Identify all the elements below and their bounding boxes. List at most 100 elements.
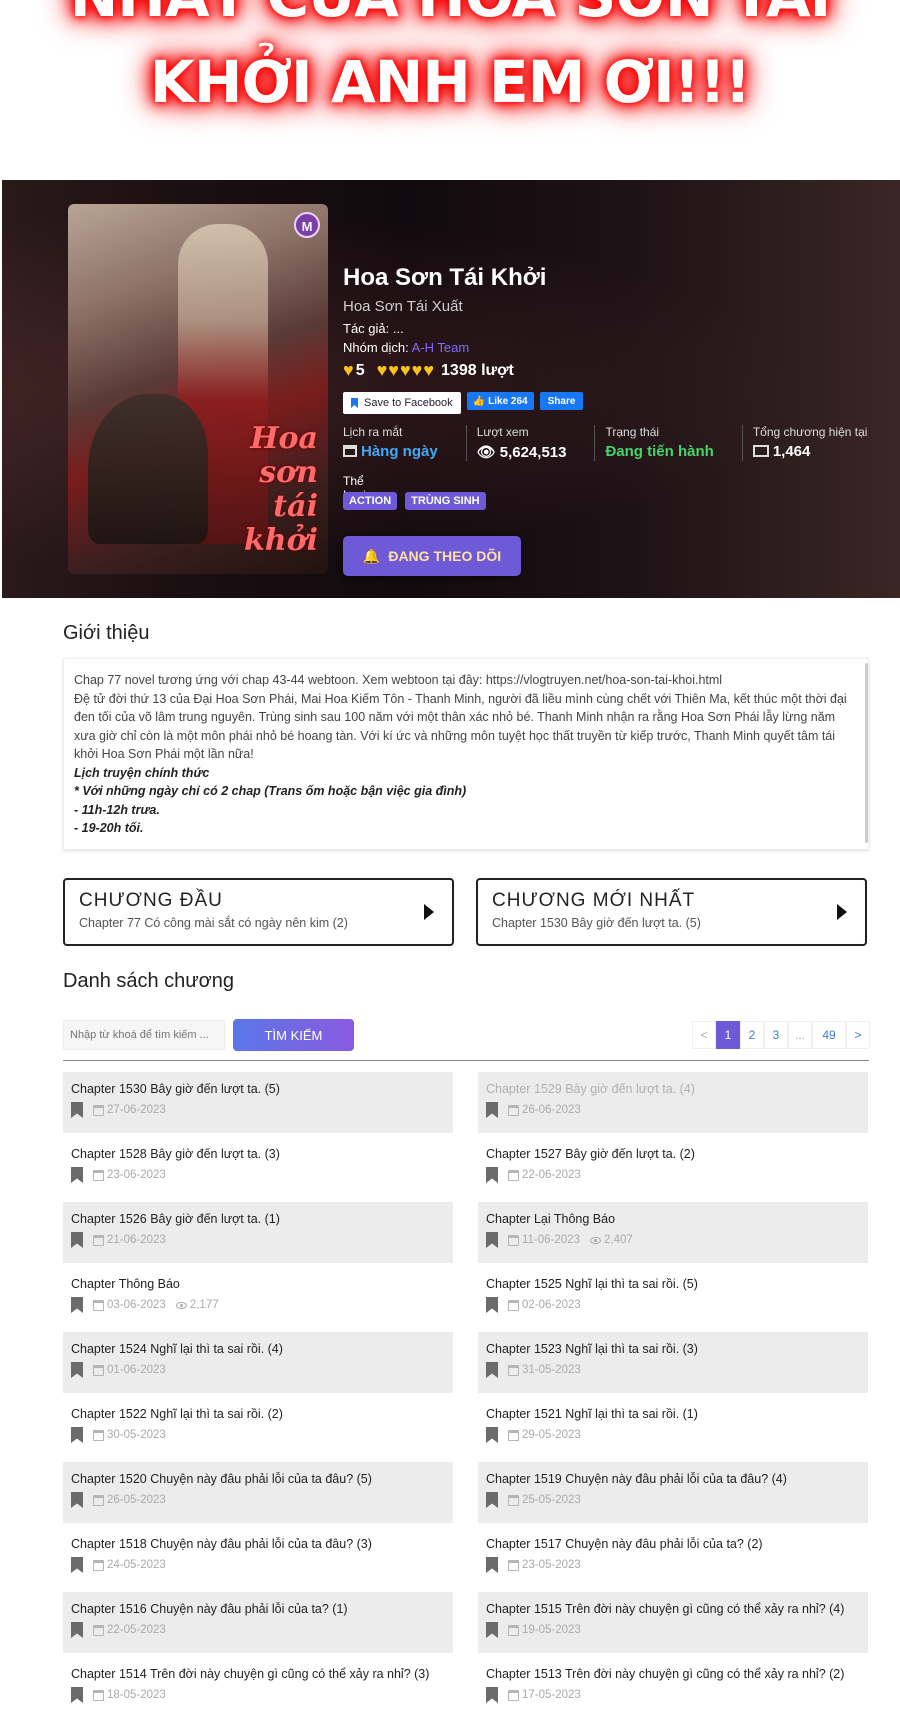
bookmark-icon[interactable] bbox=[486, 1427, 498, 1443]
next-page-button[interactable]: > bbox=[846, 1021, 870, 1049]
latest-chapter-title: CHƯƠNG MỚI NHẤT bbox=[492, 890, 696, 911]
chapter-row[interactable]: Chapter 1521 Nghĩ lại thì ta sai rồi. (1… bbox=[478, 1397, 868, 1458]
chapter-name[interactable]: Chapter 1523 Nghĩ lại thì ta sai rồi. (3… bbox=[486, 1342, 860, 1356]
chapter-date: 11-06-2023 bbox=[522, 1234, 580, 1246]
bookmark-icon[interactable] bbox=[486, 1232, 498, 1248]
chapter-meta: 26-06-2023 bbox=[486, 1102, 860, 1118]
publisher-logo-icon: M bbox=[294, 212, 320, 238]
facebook-like-button[interactable]: 👍 Like 264 bbox=[466, 392, 534, 410]
intro-scrollbar[interactable] bbox=[865, 663, 868, 843]
chapter-name[interactable]: Chapter 1518 Chuyện này đâu phải lỗi của… bbox=[71, 1537, 445, 1551]
chapter-name[interactable]: Chapter 1525 Nghĩ lại thì ta sai rồi. (5… bbox=[486, 1277, 860, 1291]
first-chapter-button[interactable]: CHƯƠNG ĐẦU Chapter 77 Có công mài sắt có… bbox=[63, 878, 454, 946]
chapter-row[interactable]: Chapter 1527 Bây giờ đến lượt ta. (2) 22-… bbox=[478, 1137, 868, 1198]
chapter-name[interactable]: Chapter 1514 Trên đời này chuyện gì cũng… bbox=[71, 1667, 445, 1681]
chapter-meta: 30-05-2023 bbox=[71, 1427, 445, 1443]
chapter-row[interactable]: Chapter 1525 Nghĩ lại thì ta sai rồi. (5… bbox=[478, 1267, 868, 1328]
calendar-icon bbox=[93, 1234, 104, 1246]
bookmark-icon[interactable] bbox=[486, 1297, 498, 1313]
schedule-title: Lịch truyện chính thức bbox=[74, 765, 210, 780]
chapter-row[interactable]: Chapter 1514 Trên đời này chuyện gì cũng… bbox=[63, 1657, 453, 1718]
chapter-name[interactable]: Chapter 1516 Chuyện này đâu phải lỗi của… bbox=[71, 1602, 445, 1616]
bookmark-icon[interactable] bbox=[71, 1622, 83, 1638]
chapter-row[interactable]: Chapter 1513 Trên đời này chuyện gì cũng… bbox=[478, 1657, 868, 1718]
chapter-date: 19-05-2023 bbox=[522, 1624, 581, 1636]
bookmark-icon[interactable] bbox=[486, 1687, 498, 1703]
chapter-row[interactable]: Chapter 1515 Trên đời này chuyện gì cũng… bbox=[478, 1592, 868, 1653]
chapter-row[interactable]: Chapter 1528 Bây giờ đến lượt ta. (3) 23-… bbox=[63, 1137, 453, 1198]
save-to-facebook-button[interactable]: Save to Facebook bbox=[343, 392, 461, 414]
chapter-date: 29-05-2023 bbox=[522, 1429, 581, 1441]
bookmark-icon[interactable] bbox=[486, 1492, 498, 1508]
chapter-name[interactable]: Chapter 1521 Nghĩ lại thì ta sai rồi. (1… bbox=[486, 1407, 860, 1421]
chapter-meta: 24-05-2023 bbox=[71, 1557, 445, 1573]
chapter-search-input[interactable] bbox=[63, 1020, 225, 1050]
rating-hearts-icon[interactable]: ♥♥♥♥♥ bbox=[377, 360, 435, 381]
chapter-row[interactable]: Chapter Thông Báo 03-06-2023 2,177 bbox=[63, 1267, 453, 1328]
chapter-row[interactable]: Chapter 1530 Bây giờ đến lượt ta. (5) 27-… bbox=[63, 1072, 453, 1133]
calendar-icon bbox=[93, 1104, 104, 1116]
chapter-date: 22-06-2023 bbox=[522, 1169, 581, 1181]
chapter-name[interactable]: Chapter 1519 Chuyện này đâu phải lỗi của… bbox=[486, 1472, 860, 1486]
bookmark-icon[interactable] bbox=[486, 1362, 498, 1378]
bookmark-icon[interactable] bbox=[486, 1102, 498, 1118]
bookmark-icon[interactable] bbox=[71, 1297, 83, 1313]
chapter-name[interactable]: Chapter 1528 Bây giờ đến lượt ta. (3) bbox=[71, 1147, 445, 1161]
bookmark-icon[interactable] bbox=[71, 1362, 83, 1378]
page-button[interactable]: 49 bbox=[812, 1021, 846, 1049]
chapter-meta: 25-05-2023 bbox=[486, 1492, 860, 1508]
chapter-name[interactable]: Chapter 1530 Bây giờ đến lượt ta. (5) bbox=[71, 1082, 445, 1096]
translator-link[interactable]: A-H Team bbox=[412, 340, 470, 355]
chapter-name[interactable]: Chapter 1524 Nghĩ lại thì ta sai rồi. (4… bbox=[71, 1342, 445, 1356]
chapter-name[interactable]: Chapter 1522 Nghĩ lại thì ta sai rồi. (2… bbox=[71, 1407, 445, 1421]
chapter-row[interactable]: Chapter 1518 Chuyện này đâu phải lỗi của… bbox=[63, 1527, 453, 1588]
chapter-name[interactable]: Chapter 1513 Trên đời này chuyện gì cũng… bbox=[486, 1667, 860, 1681]
rating-score: 5 bbox=[355, 361, 365, 379]
page-button[interactable]: 3 bbox=[764, 1021, 788, 1049]
bookmark-icon[interactable] bbox=[486, 1557, 498, 1573]
stat-views-label: Lượt xem bbox=[476, 425, 529, 439]
follow-button[interactable]: 🔔 ĐANG THEO DÕI bbox=[343, 536, 521, 576]
chapter-row[interactable]: Chapter 1517 Chuyện này đâu phải lỗi của… bbox=[478, 1527, 868, 1588]
chapter-meta: 29-05-2023 bbox=[486, 1427, 860, 1443]
page-button[interactable]: 1 bbox=[716, 1021, 740, 1049]
page-button[interactable]: 2 bbox=[740, 1021, 764, 1049]
facebook-share-button[interactable]: Share bbox=[539, 392, 584, 410]
promo-banner: NHẤT CỦA HOA SƠN TÁI KHỞI ANH EM ƠI!!! bbox=[0, 0, 900, 178]
chapter-name[interactable]: Chapter 1526 Bây giờ đến lượt ta. (1) bbox=[71, 1212, 445, 1226]
chapter-name[interactable]: Chapter 1527 Bây giờ đến lượt ta. (2) bbox=[486, 1147, 860, 1161]
schedule-line-1: * Với những ngày chỉ có 2 chap (Trans ốm… bbox=[74, 784, 467, 798]
chapter-name[interactable]: Chapter 1517 Chuyện này đâu phải lỗi của… bbox=[486, 1537, 860, 1551]
chapter-row[interactable]: Chapter 1523 Nghĩ lại thì ta sai rồi. (3… bbox=[478, 1332, 868, 1393]
chapter-name[interactable]: Chapter 1515 Trên đời này chuyện gì cũng… bbox=[486, 1602, 860, 1616]
calendar-icon bbox=[93, 1689, 104, 1701]
chapter-name[interactable]: Chapter 1529 Bây giờ đến lượt ta. (4) bbox=[486, 1082, 860, 1096]
bookmark-icon[interactable] bbox=[71, 1557, 83, 1573]
cover-image[interactable]: M Hoa sơn tái khởi bbox=[68, 204, 328, 574]
chapter-row[interactable]: Chapter 1524 Nghĩ lại thì ta sai rồi. (4… bbox=[63, 1332, 453, 1393]
chapter-row[interactable]: Chapter 1529 Bây giờ đến lượt ta. (4) 26-… bbox=[478, 1072, 868, 1133]
bookmark-icon[interactable] bbox=[71, 1427, 83, 1443]
chapter-row[interactable]: Chapter 1516 Chuyện này đâu phải lỗi của… bbox=[63, 1592, 453, 1653]
genre-tag-action[interactable]: ACTION bbox=[343, 492, 398, 510]
bookmark-icon[interactable] bbox=[71, 1492, 83, 1508]
chapter-name[interactable]: Chapter Thông Báo bbox=[71, 1277, 445, 1291]
chapter-row[interactable]: Chapter 1526 Bây giờ đến lượt ta. (1) 21-… bbox=[63, 1202, 453, 1263]
chapter-row[interactable]: Chapter 1520 Chuyện này đâu phải lỗi của… bbox=[63, 1462, 453, 1523]
genre-tag-trung-sinh[interactable]: TRÙNG SINH bbox=[405, 492, 486, 510]
bookmark-icon[interactable] bbox=[486, 1622, 498, 1638]
bookmark-icon[interactable] bbox=[71, 1167, 83, 1183]
prev-page-button[interactable]: < bbox=[692, 1021, 716, 1049]
chapter-row[interactable]: Chapter 1522 Nghĩ lại thì ta sai rồi. (2… bbox=[63, 1397, 453, 1458]
bookmark-icon[interactable] bbox=[71, 1102, 83, 1118]
chapter-name[interactable]: Chapter Lại Thông Báo bbox=[486, 1212, 860, 1226]
latest-chapter-button[interactable]: CHƯƠNG MỚI NHẤT Chapter 1530 Bây giờ đến… bbox=[476, 878, 867, 946]
search-button[interactable]: TÌM KIẾM bbox=[233, 1019, 354, 1051]
chapter-row[interactable]: Chapter Lại Thông Báo 11-06-2023 2,407 bbox=[478, 1202, 868, 1263]
bookmark-icon[interactable] bbox=[71, 1687, 83, 1703]
chapter-row[interactable]: Chapter 1519 Chuyện này đâu phải lỗi của… bbox=[478, 1462, 868, 1523]
chapter-name[interactable]: Chapter 1520 Chuyện này đâu phải lỗi của… bbox=[71, 1472, 445, 1486]
bookmark-icon[interactable] bbox=[71, 1232, 83, 1248]
stat-schedule-label: Lịch ra mắt bbox=[343, 425, 403, 439]
bookmark-icon[interactable] bbox=[486, 1167, 498, 1183]
